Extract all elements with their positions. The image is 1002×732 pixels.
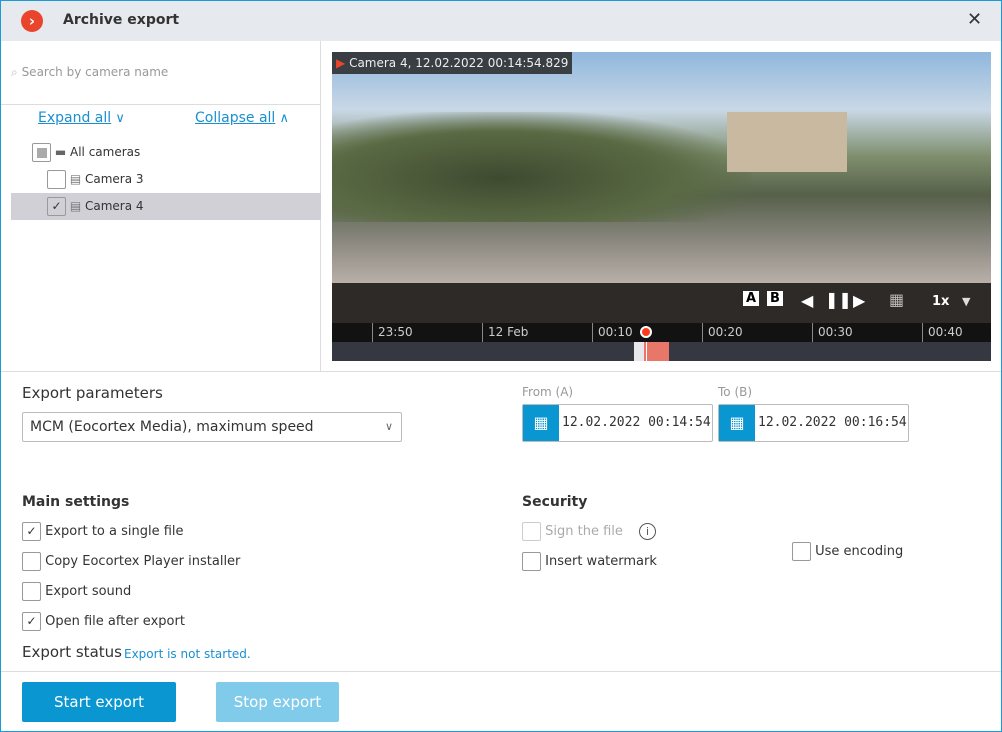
from-datetime-input[interactable]: ▦ 12.02.2022 00:14:54 [522, 404, 713, 442]
checkbox[interactable] [792, 542, 811, 561]
encoding-option[interactable]: Use encoding [792, 542, 903, 561]
app-logo-icon: › [21, 10, 43, 32]
timeline-scale[interactable]: 23:50 12 Feb 00:10 00:20 00:30 00:40 [332, 323, 991, 342]
close-icon[interactable]: ✕ [967, 9, 982, 30]
export-range [644, 342, 669, 361]
tick-label: 12 Feb [482, 323, 528, 342]
archive-play-icon: ▶ [336, 56, 346, 70]
video-caption: ▶ Camera 4, 12.02.2022 00:14:54.829 [332, 52, 573, 74]
tree-item-all-cameras[interactable]: ▬ All cameras [32, 143, 140, 162]
export-parameters-label: Export parameters [22, 384, 163, 402]
tick-label: 00:40 [922, 323, 963, 342]
speed-dropdown-icon[interactable]: ▼ [962, 295, 970, 308]
folder-icon: ▬ [54, 145, 67, 159]
checkbox[interactable] [22, 552, 41, 571]
tree-item-label: Camera 4 [85, 199, 144, 213]
copy-player-option[interactable]: Copy Eocortex Player installer [22, 552, 240, 571]
option-label: Open file after export [45, 614, 185, 629]
collapse-all-link[interactable]: Collapse all [195, 110, 275, 126]
checkbox[interactable] [47, 170, 66, 189]
pause-icon[interactable]: ❚❚ [825, 290, 852, 309]
expand-all-button[interactable]: Expand all ∨ [38, 110, 125, 126]
tick-label: 00:10 [592, 323, 633, 342]
open-file-option[interactable]: ✓ Open file after export [22, 612, 185, 631]
playhead-handle[interactable] [640, 326, 652, 338]
calendar-icon[interactable]: ▦ [719, 405, 755, 441]
sign-file-option: Sign the file i [522, 522, 657, 541]
chevron-down-icon: ∨ [115, 111, 125, 126]
option-label: Export sound [45, 584, 132, 599]
info-icon[interactable]: i [639, 523, 657, 540]
export-sound-option[interactable]: Export sound [22, 582, 131, 601]
to-datetime-input[interactable]: ▦ 12.02.2022 00:16:54 [718, 404, 909, 442]
checkbox[interactable] [22, 582, 41, 601]
tree-item-camera-4[interactable]: ✓ ▤ Camera 4 [47, 197, 144, 216]
step-back-icon[interactable]: ◀ [801, 291, 813, 310]
to-label: To (B) [718, 385, 753, 399]
archive-export-window: › Archive export ✕ ⌕ Search by camera na… [0, 0, 1002, 732]
playhead-line [646, 342, 647, 361]
tick-label: 00:30 [812, 323, 853, 342]
to-value: 12.02.2022 00:16:54 [758, 415, 907, 430]
start-export-button[interactable]: Start export [22, 682, 176, 722]
search-placeholder: Search by camera name [21, 65, 169, 79]
single-file-option[interactable]: ✓ Export to a single file [22, 522, 184, 541]
tree-item-camera-3[interactable]: ▤ Camera 3 [47, 170, 144, 189]
player-controls: A B ◀ ❚❚ ▶ ▦ 1x ▼ [332, 283, 991, 323]
divider [1, 671, 1001, 672]
marker-a-button[interactable]: A [743, 291, 760, 306]
checkbox-disabled [522, 522, 541, 541]
format-select[interactable]: MCM (Eocortex Media), maximum speed ∨ [22, 412, 402, 442]
tree-item-label: Camera 3 [85, 172, 144, 186]
option-label: Export to a single file [45, 524, 184, 539]
search-icon: ⌕ [11, 65, 18, 79]
camera-icon: ▤ [69, 199, 82, 213]
search-input[interactable]: ⌕ Search by camera name [11, 65, 168, 80]
tick-label: 23:50 [372, 323, 413, 342]
format-value: MCM (Eocortex Media), maximum speed [30, 419, 314, 435]
option-label: Insert watermark [545, 554, 657, 569]
camera-panel: ⌕ Search by camera name Expand all ∨ Col… [1, 41, 321, 371]
main-settings-heading: Main settings [22, 494, 130, 510]
calendar-icon[interactable]: ▦ [523, 405, 559, 441]
video-view[interactable] [332, 52, 991, 283]
chevron-down-icon: ∨ [384, 420, 393, 433]
recorded-segment [634, 342, 644, 361]
timeline-track[interactable] [332, 342, 991, 361]
from-value: 12.02.2022 00:14:54 [562, 415, 711, 430]
checkbox-checked[interactable]: ✓ [47, 197, 66, 216]
divider [1, 371, 1001, 372]
collapse-all-button[interactable]: Collapse all ∧ [195, 110, 289, 126]
expand-all-link[interactable]: Expand all [38, 110, 111, 126]
export-status-value: Export is not started. [124, 647, 251, 661]
from-label: From (A) [522, 385, 574, 399]
camera-icon: ▤ [69, 172, 82, 186]
option-label: Copy Eocortex Player installer [45, 554, 241, 569]
window-title: Archive export [63, 12, 180, 28]
checkbox-checked[interactable]: ✓ [22, 522, 41, 541]
option-label: Sign the file [545, 524, 623, 539]
option-label: Use encoding [815, 544, 904, 559]
watermark-option[interactable]: Insert watermark [522, 552, 657, 571]
tree-item-label: All cameras [70, 145, 141, 159]
checkbox[interactable] [522, 552, 541, 571]
security-heading: Security [522, 494, 588, 510]
calendar-icon[interactable]: ▦ [889, 290, 904, 309]
title-bar: › Archive export ✕ [1, 1, 1001, 41]
export-status-label: Export status [22, 643, 122, 661]
step-forward-icon[interactable]: ▶ [853, 291, 865, 310]
stop-export-button[interactable]: Stop export [216, 682, 339, 722]
checkbox-checked[interactable]: ✓ [22, 612, 41, 631]
marker-b-button[interactable]: B [767, 291, 783, 306]
caption-text: Camera 4, 12.02.2022 00:14:54.829 [349, 56, 569, 70]
speed-value[interactable]: 1x [932, 294, 949, 309]
chevron-up-icon: ∧ [279, 111, 289, 126]
tick-label: 00:20 [702, 323, 743, 342]
checkbox-partial[interactable] [32, 143, 51, 162]
divider [1, 104, 321, 105]
